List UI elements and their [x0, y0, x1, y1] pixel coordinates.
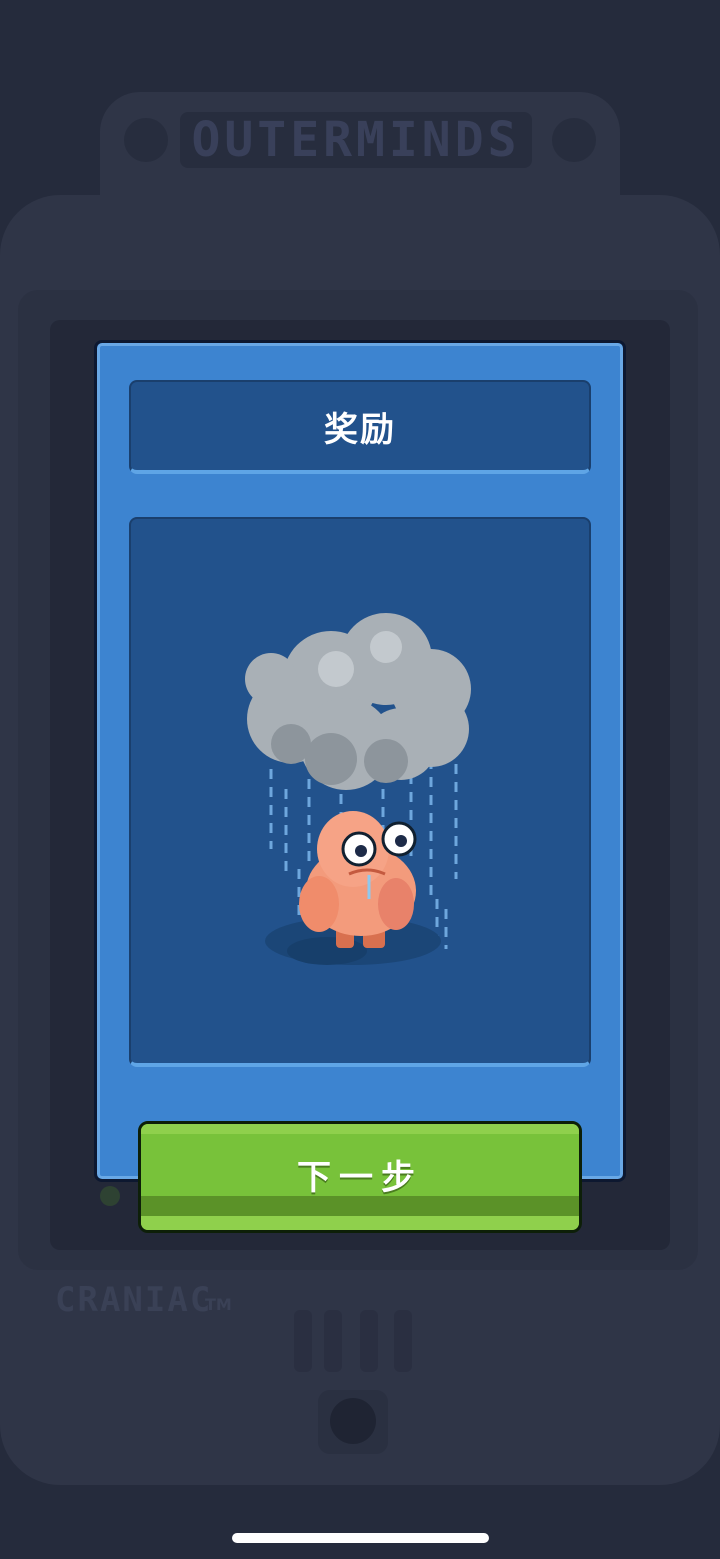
device-speaker-slot [294, 1310, 312, 1372]
device-speaker-slot [324, 1310, 342, 1372]
sad-character [299, 811, 417, 948]
device-brand-label: OUTERMINDS [180, 112, 532, 168]
dialog-title-bar: 奖励 [129, 380, 591, 474]
device-home-button [330, 1398, 376, 1444]
power-icon [552, 118, 596, 162]
rain-cloud-character-illustration [245, 613, 471, 965]
next-step-button[interactable]: 下一步 [138, 1121, 582, 1233]
dialog-title: 奖励 [324, 409, 396, 450]
home-indicator[interactable] [232, 1533, 489, 1543]
device-model-label: CRANIAC [55, 1280, 213, 1320]
device-speaker-slot [360, 1310, 378, 1372]
reward-illustration-panel [129, 517, 591, 1067]
power-icon [124, 118, 168, 162]
cloud-icon [245, 613, 471, 790]
device-speaker-slot [394, 1310, 412, 1372]
device-led-indicator [100, 1186, 120, 1206]
next-step-button-label: 下一步 [297, 1158, 423, 1198]
device-trademark-label: TM [205, 1295, 232, 1314]
